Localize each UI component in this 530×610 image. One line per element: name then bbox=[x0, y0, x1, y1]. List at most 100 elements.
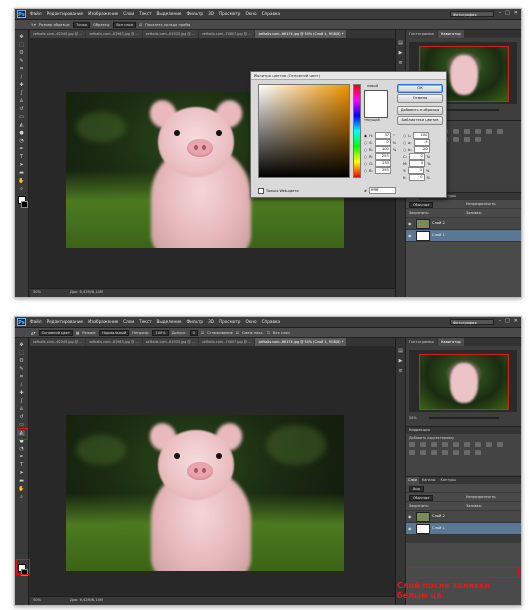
dialog-close-icon[interactable]: ✕ bbox=[254, 73, 443, 78]
eraser-tool-icon[interactable]: ▭ bbox=[18, 114, 25, 120]
doc-tab[interactable]: zefkalls.com--62049.jpg @ ... bbox=[30, 338, 86, 346]
g-input[interactable]: 255 bbox=[375, 160, 392, 167]
threshold-icon[interactable] bbox=[453, 450, 459, 455]
tab-histogram[interactable]: Гистограмма bbox=[406, 30, 437, 38]
eyedropper-tool-icon[interactable]: ∕ bbox=[18, 382, 25, 388]
history-icon[interactable]: ▤ bbox=[397, 40, 404, 46]
zoom-tool-icon[interactable]: ⌕ bbox=[18, 186, 25, 192]
status-zoom[interactable]: 50% bbox=[33, 290, 41, 294]
photo-filter-icon[interactable] bbox=[497, 129, 503, 134]
marquee-tool-icon[interactable]: ⬚ bbox=[18, 42, 25, 48]
bucket-option-icon[interactable]: ◭▾ bbox=[31, 331, 36, 335]
minimize-icon[interactable]: – bbox=[499, 10, 502, 16]
menu-file[interactable]: Файл bbox=[30, 11, 42, 16]
tab-navigator[interactable]: Навигатор bbox=[437, 30, 464, 38]
selective-color-icon[interactable] bbox=[475, 137, 481, 142]
navigator-preview[interactable] bbox=[409, 350, 517, 412]
path-select-tool-icon[interactable]: ➤ bbox=[18, 162, 25, 168]
hue-icon[interactable] bbox=[464, 442, 470, 447]
menu-help[interactable]: Справка bbox=[262, 319, 280, 324]
workspace-select[interactable]: Фотография bbox=[450, 11, 494, 17]
show-ring-checkbox[interactable]: ☑ bbox=[139, 23, 142, 27]
m-input[interactable]: 0 bbox=[409, 160, 426, 167]
minimize-icon[interactable]: – bbox=[499, 318, 502, 324]
r-input[interactable]: 255 bbox=[374, 153, 391, 160]
tab-paths[interactable]: Контуры bbox=[438, 477, 458, 484]
antialias-checkbox[interactable]: ☑ bbox=[201, 331, 204, 335]
doc-tab[interactable]: zefkalls.com--61933.jpg @ ... bbox=[142, 338, 199, 346]
curves-icon[interactable] bbox=[431, 442, 437, 447]
doc-tab[interactable]: zefkalls.com--61963.jpg @ ... bbox=[86, 30, 142, 38]
history-brush-tool-icon[interactable]: ↺ bbox=[18, 414, 25, 420]
lab-radio[interactable]: ○ bbox=[403, 134, 406, 138]
mode-select[interactable]: Нормальный bbox=[99, 330, 130, 336]
maximize-icon[interactable]: □ bbox=[505, 318, 510, 324]
menu-layers[interactable]: Слои bbox=[123, 319, 134, 324]
pen-tool-icon[interactable]: ✒ bbox=[18, 146, 25, 152]
menu-type[interactable]: Текст bbox=[139, 11, 151, 16]
pen-tool-icon[interactable]: ✒ bbox=[18, 454, 25, 460]
navigator-thumbnail[interactable] bbox=[419, 354, 509, 410]
k-input[interactable]: 0 bbox=[408, 174, 425, 181]
menu-select[interactable]: Выделение bbox=[157, 11, 182, 16]
brush-tool-icon[interactable]: ∫ bbox=[18, 90, 25, 96]
gradient-map-icon[interactable] bbox=[464, 137, 470, 142]
posterize-icon[interactable] bbox=[442, 450, 448, 455]
color-libraries-button[interactable]: Библиотеки цветов bbox=[397, 116, 443, 125]
eyedropper-tool-icon[interactable]: ∕ bbox=[18, 74, 25, 80]
history-brush-tool-icon[interactable]: ↺ bbox=[18, 106, 25, 112]
layer-row-selected[interactable]: ◉ Слой 1 bbox=[406, 523, 521, 535]
websafe-checkbox[interactable] bbox=[258, 188, 264, 194]
healing-tool-icon[interactable]: ✚ bbox=[18, 390, 25, 396]
menu-type[interactable]: Текст bbox=[139, 319, 151, 324]
lasso-tool-icon[interactable]: ʘ bbox=[18, 358, 25, 364]
gradient-map-icon[interactable] bbox=[464, 450, 470, 455]
adjustments-title[interactable]: Коррекция bbox=[406, 428, 430, 432]
layer-row[interactable]: ◉ Слой 2 bbox=[406, 218, 521, 230]
photo-filter-icon[interactable] bbox=[497, 442, 503, 447]
lasso-tool-icon[interactable]: ʘ bbox=[18, 50, 25, 56]
close-icon[interactable]: ✕ bbox=[514, 10, 518, 16]
menu-file[interactable]: Файл bbox=[30, 319, 42, 324]
c-input[interactable]: 0 bbox=[408, 153, 425, 160]
actions-icon[interactable]: ▶ bbox=[397, 358, 404, 364]
zoom-value[interactable]: 50% bbox=[409, 416, 417, 420]
properties-icon[interactable]: ≡ bbox=[397, 368, 404, 374]
dodge-tool-icon[interactable]: ◔ bbox=[18, 446, 25, 452]
brightness-icon[interactable] bbox=[409, 442, 415, 447]
maximize-icon[interactable]: □ bbox=[505, 10, 510, 16]
mixer-icon[interactable] bbox=[409, 450, 415, 455]
lab-b-input[interactable]: -20 bbox=[413, 146, 430, 153]
tab-layers[interactable]: Слои bbox=[406, 477, 419, 484]
layer-row[interactable]: ◉ Слой 2 bbox=[406, 511, 521, 523]
menu-view[interactable]: Просмотр bbox=[219, 319, 241, 324]
doc-tab[interactable]: zefkalls.com--70807.jpg @ ... bbox=[199, 338, 255, 346]
workspace-select[interactable]: Фотография bbox=[450, 319, 494, 325]
doc-tab-active[interactable]: zefkalls.com--66174.jpg @ 50% (Слой 1, R… bbox=[255, 30, 347, 38]
h-input[interactable]: 37 bbox=[375, 132, 392, 139]
y-input[interactable]: 0 bbox=[407, 167, 424, 174]
path-select-tool-icon[interactable]: ➤ bbox=[18, 470, 25, 476]
menu-filter[interactable]: Фильтр bbox=[187, 319, 204, 324]
menu-edit[interactable]: Редактирование bbox=[47, 11, 84, 16]
a-input[interactable]: -5 bbox=[413, 139, 430, 146]
invert-icon[interactable] bbox=[431, 450, 437, 455]
blur-tool-icon[interactable]: ● bbox=[18, 130, 25, 136]
menu-image[interactable]: Изображение bbox=[88, 319, 118, 324]
tolerance-input[interactable]: 0 bbox=[189, 330, 198, 336]
balance-icon[interactable] bbox=[475, 129, 481, 134]
balance-icon[interactable] bbox=[475, 442, 481, 447]
menu-layers[interactable]: Слои bbox=[123, 11, 134, 16]
b-input[interactable]: 100 bbox=[374, 146, 391, 153]
menu-help[interactable]: Справка bbox=[262, 11, 280, 16]
hue-icon[interactable] bbox=[464, 129, 470, 134]
doc-tab[interactable]: zefkalls.com--61963.jpg @ ... bbox=[86, 338, 142, 346]
close-icon[interactable]: ✕ bbox=[514, 318, 518, 324]
move-tool-icon[interactable]: ✥ bbox=[18, 342, 25, 348]
healing-tool-icon[interactable]: ✚ bbox=[18, 82, 25, 88]
blend-mode-select[interactable]: Обычные bbox=[409, 495, 434, 501]
type-tool-icon[interactable]: T bbox=[18, 462, 25, 468]
menu-edit[interactable]: Редактирование bbox=[47, 319, 84, 324]
actions-icon[interactable]: ▶ bbox=[397, 50, 404, 56]
marquee-tool-icon[interactable]: ⬚ bbox=[18, 350, 25, 356]
